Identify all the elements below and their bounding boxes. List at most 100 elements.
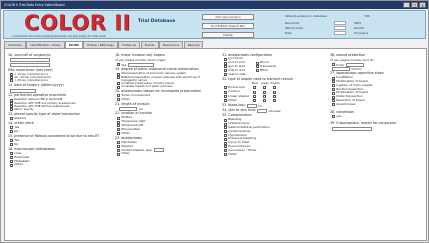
checkbox[interactable] — [332, 99, 335, 103]
checkbox[interactable] — [224, 152, 227, 156]
checkbox[interactable] — [224, 145, 227, 149]
close-button[interactable]: x — [419, 2, 426, 8]
checkbox[interactable] — [10, 156, 13, 160]
checkbox[interactable] — [10, 160, 13, 164]
tab-events[interactable]: Events — [140, 41, 159, 48]
config-option-5[interactable]: side to side — [224, 72, 246, 77]
checkbox[interactable] — [332, 76, 335, 80]
skin-time-field[interactable] — [257, 108, 268, 113]
checkbox[interactable] — [224, 65, 227, 69]
checkbox[interactable] — [224, 126, 227, 130]
checkbox[interactable] — [10, 163, 13, 167]
checkbox[interactable] — [117, 148, 120, 152]
add-inclusion-button[interactable]: Add new inclusion — [202, 14, 254, 20]
record-no-field[interactable] — [334, 21, 346, 25]
checkbox[interactable] — [332, 95, 335, 99]
checkbox[interactable] — [117, 128, 120, 132]
checkbox[interactable] — [10, 126, 13, 130]
checkbox[interactable] — [224, 99, 227, 103]
minimize-button[interactable]: _ — [403, 2, 410, 8]
checkbox[interactable] — [224, 133, 227, 137]
checkbox[interactable] — [262, 94, 266, 98]
checkbox[interactable] — [332, 103, 335, 107]
checkbox[interactable] — [255, 61, 259, 65]
find-patient-button[interactable]: Find Patient (Search No) — [202, 23, 254, 29]
checkbox[interactable] — [224, 90, 227, 94]
complication-10[interactable]: Other — [224, 152, 322, 157]
checkbox[interactable] — [10, 117, 13, 121]
checkbox[interactable] — [117, 75, 120, 79]
checkbox[interactable] — [252, 94, 256, 98]
config-option-other[interactable]: Other — [255, 68, 277, 73]
organ-field[interactable] — [128, 62, 155, 67]
checkbox[interactable] — [117, 94, 120, 98]
experience-option-3[interactable]: > 20 lap colorectal procs — [10, 79, 108, 83]
checkbox[interactable] — [272, 94, 276, 98]
tab-summary[interactable]: Summary — [4, 41, 26, 48]
checkbox[interactable] — [332, 114, 335, 118]
tab-identification-preop[interactable]: Identification - Preop — [26, 41, 65, 48]
ureter-stent-no[interactable]: No — [10, 129, 108, 134]
incomplete-option-2[interactable]: Other — [117, 97, 215, 102]
checkbox[interactable] — [224, 86, 227, 90]
checkbox[interactable] — [272, 90, 276, 94]
checkbox[interactable] — [10, 130, 13, 134]
checkbox[interactable] — [224, 130, 227, 134]
lap-step-8[interactable]: Anastomosis — [332, 102, 425, 107]
checkbox[interactable] — [224, 137, 227, 141]
patient-code-field[interactable] — [334, 26, 346, 30]
checkbox[interactable] — [255, 65, 259, 69]
tab-postop-pathology[interactable]: Postop / Pathology — [83, 41, 118, 48]
checkbox[interactable] — [224, 118, 227, 122]
checkbox[interactable] — [224, 69, 227, 73]
window-titlebar[interactable]: COLOR II Trial Data Entry SwitchBoard _ … — [1, 1, 428, 9]
checkbox[interactable] — [262, 90, 266, 94]
checkbox[interactable] — [224, 141, 227, 145]
checkbox[interactable] — [252, 86, 256, 90]
checkbox[interactable] — [262, 99, 266, 103]
tab-recurrence[interactable]: Recurrence — [159, 41, 184, 48]
checkbox[interactable] — [117, 120, 120, 124]
checkbox[interactable] — [272, 86, 276, 90]
anastomosis-option-4[interactable]: Other — [117, 152, 215, 156]
checkbox[interactable] — [10, 79, 13, 83]
surgeon-field[interactable] — [10, 58, 50, 63]
incision-length-field[interactable] — [119, 106, 137, 111]
checkbox[interactable] — [117, 141, 120, 145]
fibrosis-no[interactable]: No — [10, 142, 108, 147]
tab-resume[interactable]: Resume — [183, 41, 204, 48]
stapler-size-field[interactable] — [153, 148, 164, 153]
delete-button[interactable]: Delete — [202, 32, 254, 38]
incision-location-5[interactable]: Other — [117, 131, 215, 136]
surgery-date-field[interactable] — [10, 88, 36, 93]
checkbox[interactable] — [117, 63, 120, 67]
checkbox[interactable] — [332, 91, 335, 95]
conversion-yes[interactable]: yes — [332, 114, 425, 119]
checkbox[interactable] — [224, 57, 227, 61]
nerve-option-4[interactable]: Complete resection of pelvic plexuses — [117, 85, 215, 89]
checkbox[interactable] — [332, 88, 335, 91]
checkbox[interactable] — [224, 149, 227, 153]
date-field[interactable] — [334, 31, 346, 35]
surgeon-field-2[interactable] — [10, 63, 50, 68]
checkbox[interactable] — [117, 152, 120, 156]
checkbox[interactable] — [10, 152, 13, 156]
checkbox[interactable] — [332, 80, 335, 84]
checkbox[interactable] — [262, 86, 266, 90]
checkbox[interactable] — [224, 61, 227, 65]
checkbox[interactable] — [224, 72, 227, 76]
checkbox[interactable] — [224, 122, 227, 126]
stapler-row-4[interactable]: Other — [224, 98, 250, 103]
procedure-option-4[interactable]: Other, specify — [10, 107, 108, 112]
metastases-option-4[interactable]: Other — [10, 163, 108, 167]
tab-follow-up[interactable]: Follow-up — [118, 41, 141, 48]
checkbox[interactable] — [117, 116, 120, 120]
checkbox[interactable] — [10, 108, 13, 112]
checkbox[interactable] — [272, 99, 276, 103]
checkbox[interactable] — [332, 84, 335, 88]
transection-option-1[interactable]: Stapled — [10, 116, 108, 121]
checkbox[interactable] — [10, 143, 13, 147]
checkbox[interactable] — [117, 98, 120, 102]
checkbox[interactable] — [117, 124, 120, 128]
tab-pp-rr[interactable]: PP/RR — [65, 41, 83, 48]
